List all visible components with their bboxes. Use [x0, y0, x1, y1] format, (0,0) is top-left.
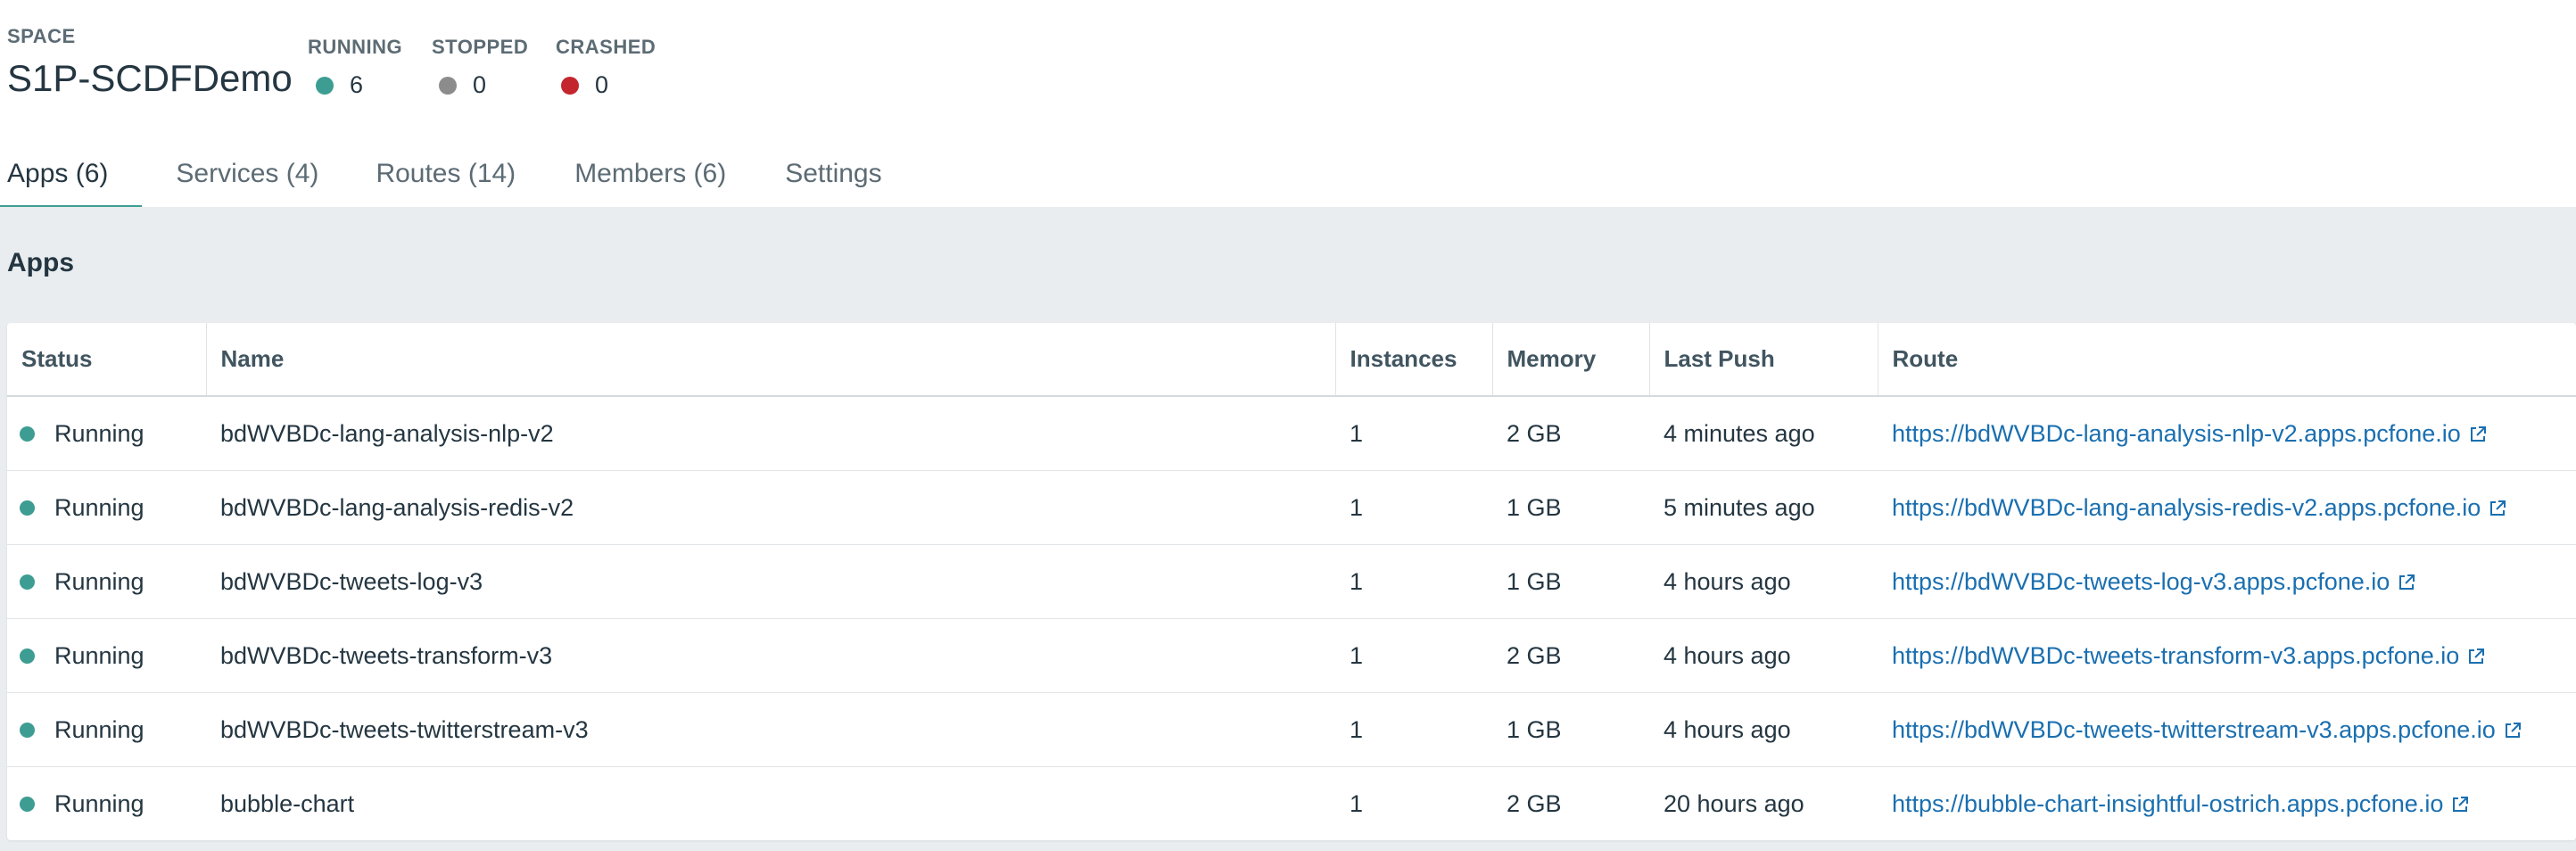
app-route-link[interactable]: https://bdWVBDc-tweets-transform-v3.apps…: [1892, 642, 2459, 669]
running-status-dot-icon: [20, 426, 35, 442]
app-name-link[interactable]: bdWVBDc-lang-analysis-redis-v2: [220, 494, 574, 521]
crashed-count: 0: [595, 71, 609, 98]
table-row: Running bdWVBDc-tweets-log-v3 1 1 GB 4 h…: [7, 544, 2576, 619]
running-status-dot-icon: [20, 648, 35, 664]
table-row: Running bdWVBDc-tweets-twitterstream-v3 …: [7, 692, 2576, 767]
table-row: Running bdWVBDc-lang-analysis-redis-v2 1…: [7, 470, 2576, 545]
app-memory: 2 GB: [1492, 618, 1649, 693]
app-memory: 1 GB: [1492, 692, 1649, 767]
app-memory: 2 GB: [1492, 396, 1649, 471]
external-link-icon[interactable]: [2488, 499, 2507, 518]
apps-table: Status Name Instances Memory Last Push R…: [7, 323, 2576, 840]
stopped-stat: STOPPED 0: [432, 36, 528, 99]
column-header-instances[interactable]: Instances: [1334, 323, 1492, 397]
running-status-dot-icon: [20, 722, 35, 738]
app-name-link[interactable]: bdWVBDc-tweets-twitterstream-v3: [220, 716, 589, 743]
app-memory: 1 GB: [1492, 470, 1649, 545]
external-link-icon[interactable]: [2450, 795, 2470, 814]
column-header-status[interactable]: Status: [7, 323, 206, 397]
app-instances: 1: [1350, 789, 1364, 817]
app-status: Running: [54, 641, 144, 669]
app-memory: 2 GB: [1507, 789, 1562, 817]
app-name-link[interactable]: bdWVBDc-tweets-transform-v3: [220, 642, 552, 669]
apps-panel: Apps Status Name Instances Memory Last P…: [0, 207, 2576, 851]
stopped-dot-icon: [439, 76, 457, 95]
stopped-label: STOPPED: [432, 36, 529, 58]
app-status: Running: [54, 419, 144, 447]
app-last-push: 4 minutes ago: [1649, 396, 1878, 471]
app-status: Running: [54, 715, 144, 743]
app-last-push: 5 minutes ago: [1649, 470, 1878, 545]
tab-members[interactable]: Members (6): [567, 152, 733, 209]
space-info: SPACE S1P-SCDFDemo: [7, 25, 293, 100]
crashed-label: CRASHED: [556, 36, 656, 58]
app-route-link[interactable]: https://bdWVBDc-lang-analysis-redis-v2.a…: [1892, 494, 2481, 521]
space-header: SPACE S1P-SCDFDemo RUNNING 6 STOPPED 0 C…: [0, 0, 2576, 209]
table-row: Running bdWVBDc-lang-analysis-nlp-v2 1 2…: [7, 396, 2576, 471]
table-row: Running bubble-chart 1 2 GB 20 hours ago…: [7, 767, 2576, 841]
tab-settings[interactable]: Settings: [778, 152, 888, 209]
stopped-count: 0: [473, 71, 487, 98]
app-route-link[interactable]: https://bdWVBDc-tweets-log-v3.apps.pcfon…: [1892, 568, 2390, 595]
table-row: Running bdWVBDc-tweets-transform-v3 1 2 …: [7, 618, 2576, 693]
running-status-dot-icon: [20, 574, 35, 590]
running-status-dot-icon: [20, 796, 35, 812]
crashed-dot-icon: [561, 76, 579, 95]
external-link-icon[interactable]: [2503, 721, 2522, 740]
external-link-icon[interactable]: [2397, 573, 2416, 592]
column-header-name[interactable]: Name: [205, 323, 1335, 397]
tab-apps[interactable]: Apps (6): [0, 152, 143, 209]
app-instances: 1: [1335, 396, 1492, 471]
app-instances: 1: [1335, 470, 1492, 545]
app-last-push: 4 hours ago: [1649, 692, 1878, 767]
app-status: Running: [54, 493, 144, 521]
app-name-link[interactable]: bdWVBDc-tweets-log-v3: [220, 568, 483, 595]
running-dot-icon: [316, 76, 334, 95]
space-tabs: Apps (6) Services (4) Routes (14) Member…: [0, 152, 889, 209]
section-title: Apps: [7, 248, 74, 277]
app-route-link[interactable]: https://bdWVBDc-lang-analysis-nlp-v2.app…: [1892, 420, 2461, 447]
app-instances: 1: [1335, 544, 1492, 619]
space-name: S1P-SCDFDemo: [7, 57, 293, 99]
column-header-last-push[interactable]: Last Push: [1648, 323, 1878, 397]
tab-routes[interactable]: Routes (14): [368, 152, 523, 209]
app-last-push: 4 hours ago: [1649, 544, 1878, 619]
apps-table-card: Status Name Instances Memory Last Push R…: [7, 323, 2576, 840]
running-count: 6: [350, 71, 364, 98]
running-label: RUNNING: [308, 36, 403, 58]
external-link-icon[interactable]: [2468, 425, 2488, 444]
app-route-link[interactable]: https://bubble-chart-insightful-ostrich.…: [1892, 790, 2443, 817]
app-name-link[interactable]: bdWVBDc-lang-analysis-nlp-v2: [220, 420, 554, 447]
space-label: SPACE: [7, 25, 76, 47]
app-last-push: 4 hours ago: [1649, 618, 1878, 693]
crashed-stat: CRASHED 0: [556, 36, 656, 99]
app-instances: 1: [1335, 692, 1492, 767]
column-header-memory[interactable]: Memory: [1491, 323, 1649, 397]
app-memory: 1 GB: [1492, 544, 1649, 619]
running-status-dot-icon: [20, 500, 35, 516]
external-link-icon[interactable]: [2466, 647, 2486, 666]
app-instances: 1: [1335, 618, 1492, 693]
app-route-link[interactable]: https://bdWVBDc-tweets-twitterstream-v3.…: [1892, 716, 2496, 743]
app-name-link[interactable]: bubble-chart: [220, 790, 354, 817]
app-status: Running: [54, 789, 144, 817]
app-status: Running: [54, 567, 144, 595]
column-header-route[interactable]: Route: [1877, 323, 2576, 397]
table-header-row: Status Name Instances Memory Last Push R…: [7, 323, 2576, 397]
tab-services[interactable]: Services (4): [169, 152, 326, 209]
app-last-push: 20 hours ago: [1664, 789, 1804, 817]
running-stat: RUNNING 6: [308, 36, 402, 99]
